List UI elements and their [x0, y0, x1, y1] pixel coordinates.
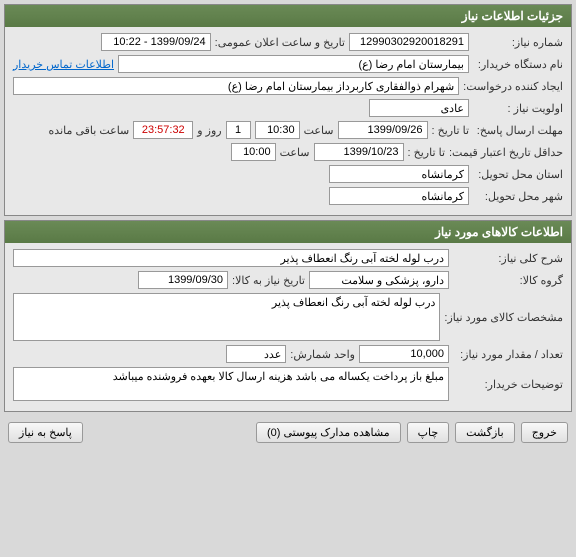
province-field[interactable]: [329, 165, 469, 183]
credit-date-field[interactable]: [314, 143, 404, 161]
row-group: گروه کالا: تاریخ نیاز به کالا:: [13, 271, 563, 289]
section2-body: شرح کلی نیاز: گروه کالا: تاریخ نیاز به ک…: [5, 243, 571, 411]
buyer-device-label: نام دستگاه خریدار:: [473, 58, 563, 71]
back-button[interactable]: بازگشت: [455, 422, 515, 443]
section1-body: شماره نیاز: تاریخ و ساعت اعلان عمومی: نا…: [5, 27, 571, 215]
creator-field[interactable]: [13, 77, 459, 95]
qty-label: تعداد / مقدار مورد نیاز:: [453, 348, 563, 361]
row-creator: ایجاد کننده درخواست:: [13, 77, 563, 95]
announce-label: تاریخ و ساعت اعلان عمومی:: [215, 36, 345, 49]
row-province: استان محل تحویل:: [13, 165, 563, 183]
spec-field[interactable]: [13, 293, 440, 341]
province-label: استان محل تحویل:: [473, 168, 563, 181]
row-priority: اولویت نیاز :: [13, 99, 563, 117]
until-label: تا تاریخ :: [432, 124, 469, 137]
group-label: گروه کالا:: [453, 274, 563, 287]
row-qty: تعداد / مقدار مورد نیاز: واحد شمارش:: [13, 345, 563, 363]
desc-label: شرح کلی نیاز:: [453, 252, 563, 265]
need-details-section: جزئیات اطلاعات نیاز شماره نیاز: تاریخ و …: [4, 4, 572, 216]
row-deadline: مهلت ارسال پاسخ: تا تاریخ : ساعت روز و س…: [13, 121, 563, 139]
priority-label: اولویت نیاز :: [473, 102, 563, 115]
unit-label: واحد شمارش:: [290, 348, 355, 361]
group-field[interactable]: [309, 271, 449, 289]
deadline-label: مهلت ارسال پاسخ:: [473, 124, 563, 137]
respond-button[interactable]: پاسخ به نیاز: [8, 422, 83, 443]
time-label-1: ساعت: [304, 124, 334, 137]
need-number-label: شماره نیاز:: [473, 36, 563, 49]
city-field[interactable]: [329, 187, 469, 205]
qty-field[interactable]: [359, 345, 449, 363]
time-label-2: ساعت: [280, 146, 310, 159]
exit-button[interactable]: خروج: [521, 422, 568, 443]
days-field[interactable]: [226, 121, 251, 139]
row-credit: حداقل تاریخ اعتبار قیمت: تا تاریخ : ساعت: [13, 143, 563, 161]
buyer-device-field[interactable]: [118, 55, 469, 73]
row-city: شهر محل تحویل:: [13, 187, 563, 205]
credit-time-field[interactable]: [231, 143, 276, 161]
attachments-button[interactable]: مشاهده مدارک پیوستی (0): [256, 422, 401, 443]
remaining-time-field[interactable]: [133, 121, 193, 139]
row-buyer-device: نام دستگاه خریدار: اطلاعات تماس خریدار: [13, 55, 563, 73]
buyer-notes-field[interactable]: [13, 367, 449, 401]
buyer-contact-link[interactable]: اطلاعات تماس خریدار: [13, 58, 114, 71]
credit-until-label: تا تاریخ :: [408, 146, 445, 159]
row-desc: شرح کلی نیاز:: [13, 249, 563, 267]
unit-field[interactable]: [226, 345, 286, 363]
desc-field[interactable]: [13, 249, 449, 267]
need-date-field[interactable]: [138, 271, 228, 289]
creator-label: ایجاد کننده درخواست:: [463, 80, 563, 93]
row-spec: مشخصات کالای مورد نیاز:: [13, 293, 563, 341]
print-button[interactable]: چاپ: [407, 422, 450, 443]
need-date-label: تاریخ نیاز به کالا:: [232, 274, 305, 287]
section1-header: جزئیات اطلاعات نیاز: [5, 5, 571, 27]
until-date-field[interactable]: [338, 121, 428, 139]
city-label: شهر محل تحویل:: [473, 190, 563, 203]
section2-header: اطلاعات کالاهای مورد نیاز: [5, 221, 571, 243]
remaining-label: ساعت باقی مانده: [49, 124, 130, 137]
row-buyer-notes: توضیحات خریدار:: [13, 367, 563, 401]
goods-info-section: اطلاعات کالاهای مورد نیاز شرح کلی نیاز: …: [4, 220, 572, 412]
buyer-notes-label: توضیحات خریدار:: [453, 378, 563, 391]
days-label: روز و: [197, 124, 221, 137]
announce-field[interactable]: [101, 33, 211, 51]
until-time-field[interactable]: [255, 121, 300, 139]
row-need-number: شماره نیاز: تاریخ و ساعت اعلان عمومی:: [13, 33, 563, 51]
need-number-field[interactable]: [349, 33, 469, 51]
spec-label: مشخصات کالای مورد نیاز:: [444, 311, 563, 324]
priority-field[interactable]: [369, 99, 469, 117]
button-bar: خروج بازگشت چاپ مشاهده مدارک پیوستی (0) …: [0, 416, 576, 449]
credit-label: حداقل تاریخ اعتبار قیمت:: [449, 146, 563, 159]
